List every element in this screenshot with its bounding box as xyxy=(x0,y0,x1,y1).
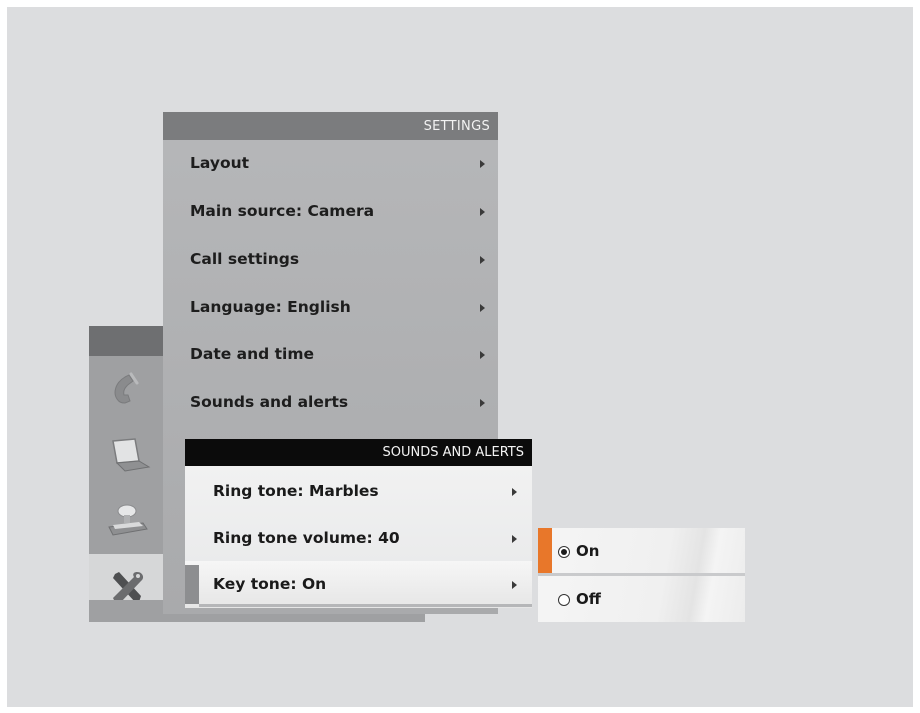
menu-item-call-settings[interactable]: Call settings xyxy=(163,236,498,283)
key-tone-options: On Off xyxy=(538,528,745,622)
menu-item-layout[interactable]: Layout xyxy=(163,140,498,187)
chevron-right-icon xyxy=(512,488,517,496)
option-label: On xyxy=(576,542,600,560)
focus-indicator xyxy=(538,528,552,575)
chevron-right-icon xyxy=(480,208,485,216)
rail-header xyxy=(89,326,164,356)
radio-unchecked-icon xyxy=(558,594,570,606)
menu-item-main-source[interactable]: Main source: Camera xyxy=(163,188,498,235)
menu-item-label: Ring tone: Marbles xyxy=(213,482,379,500)
menu-item-date-time[interactable]: Date and time xyxy=(163,331,498,378)
menu-item-ring-tone[interactable]: Ring tone: Marbles xyxy=(185,468,532,515)
chevron-right-icon xyxy=(512,535,517,543)
camera-icon xyxy=(107,504,148,536)
chevron-right-icon xyxy=(512,581,517,589)
option-label: Off xyxy=(576,590,601,608)
chevron-right-icon xyxy=(480,304,485,312)
rail-button-camera[interactable] xyxy=(89,488,164,554)
sounds-alerts-menu: SOUNDS AND ALERTS Ring tone: Marbles Rin… xyxy=(185,439,532,608)
chevron-right-icon xyxy=(480,160,485,168)
menu-item-label: Call settings xyxy=(190,250,300,268)
menu-item-language[interactable]: Language: English xyxy=(163,284,498,331)
icon-rail xyxy=(89,326,164,622)
menu-item-label: Sounds and alerts xyxy=(190,393,349,411)
menu-item-sounds-alerts[interactable]: Sounds and alerts xyxy=(163,379,498,426)
menu-item-label: Language: English xyxy=(190,298,351,316)
laptop-icon xyxy=(111,438,150,472)
menu-item-label: Layout xyxy=(190,154,250,172)
menu-item-label: Key tone: On xyxy=(213,575,327,593)
menu-item-label: Ring tone volume: 40 xyxy=(213,529,400,547)
menu-item-key-tone[interactable]: Key tone: On xyxy=(185,561,532,608)
rail-button-phone[interactable] xyxy=(89,356,164,422)
rail-button-laptop[interactable] xyxy=(89,422,164,488)
sounds-alerts-title: SOUNDS AND ALERTS xyxy=(185,439,532,466)
chevron-right-icon xyxy=(480,256,485,264)
menu-item-label: Main source: Camera xyxy=(190,202,375,220)
menu-item-ring-tone-volume[interactable]: Ring tone volume: 40 xyxy=(185,515,532,562)
option-off[interactable]: Off xyxy=(538,576,745,623)
phone-icon xyxy=(114,372,138,404)
menu-item-label: Date and time xyxy=(190,345,315,363)
selection-indicator xyxy=(185,565,199,604)
settings-title: SETTINGS xyxy=(163,112,498,140)
option-on[interactable]: On xyxy=(538,528,745,575)
chevron-right-icon xyxy=(480,351,485,359)
divider xyxy=(199,604,532,607)
chevron-right-icon xyxy=(480,399,485,407)
radio-checked-icon xyxy=(558,546,570,558)
